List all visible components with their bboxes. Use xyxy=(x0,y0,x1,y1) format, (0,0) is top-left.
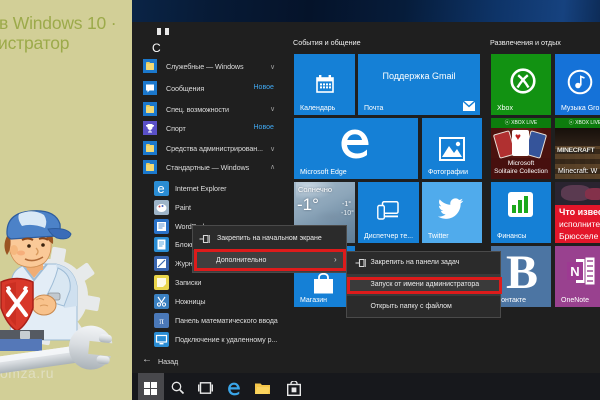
svg-text:N: N xyxy=(570,264,579,279)
svg-text:π: π xyxy=(159,316,164,326)
